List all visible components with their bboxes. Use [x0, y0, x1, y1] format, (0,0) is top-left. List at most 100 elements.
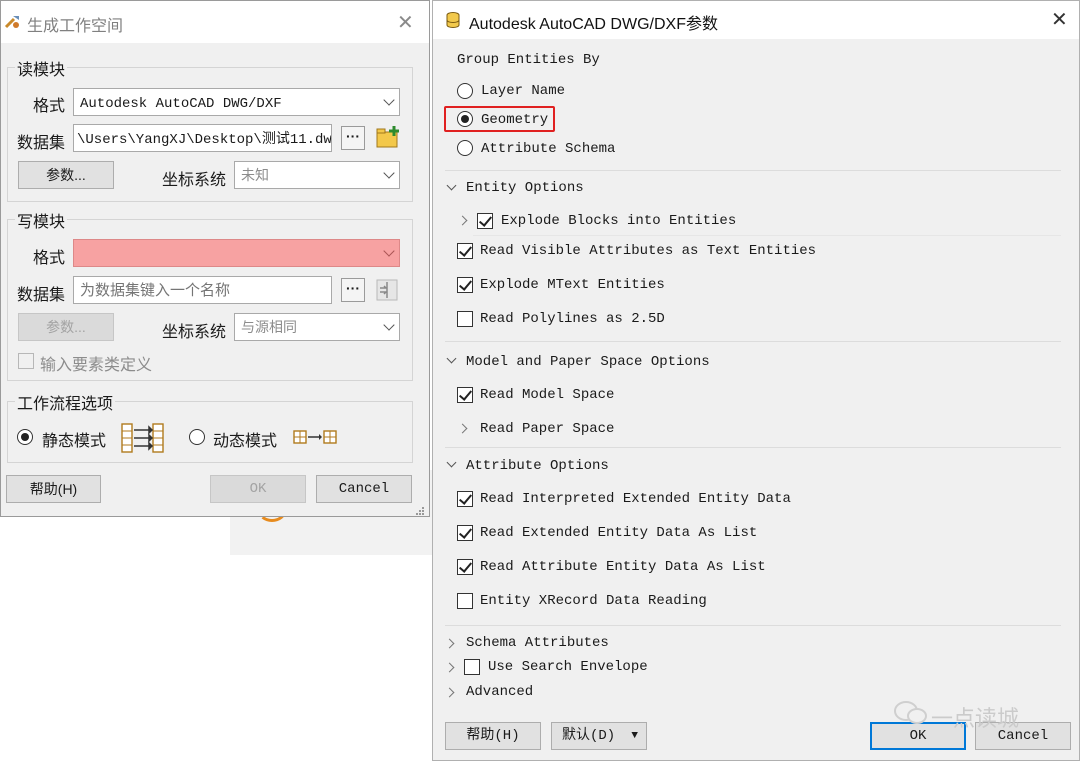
left-cancel-button[interactable]: Cancel [316, 475, 412, 503]
chevron-right-icon[interactable] [457, 423, 468, 434]
read-interpreted-eed-checkbox[interactable] [457, 491, 473, 507]
schema-attributes-label[interactable]: Schema Attributes [466, 635, 609, 651]
attribute-options-label: Attribute Options [466, 458, 609, 474]
reader-group-label: 读模块 [15, 56, 68, 80]
chevron-right-icon[interactable] [444, 662, 455, 673]
static-mode-label: 静态模式 [42, 433, 107, 450]
dynamic-mode-radio[interactable] [189, 429, 205, 445]
tools-icon [4, 16, 19, 29]
writer-dataset-input[interactable] [73, 276, 332, 304]
reader-format-value: Autodesk AutoCAD DWG/DXF [80, 96, 282, 112]
folder-add-icon[interactable] [375, 125, 401, 151]
writer-format-label: 格式 [33, 250, 66, 267]
model-paper-label: Model and Paper Space Options [466, 354, 710, 370]
left-ok-label: OK [249, 481, 267, 497]
writer-dataset-label: 数据集 [17, 287, 66, 304]
dynamic-mode-label: 动态模式 [213, 433, 278, 450]
left-help-button[interactable]: 帮助(H) [6, 475, 101, 503]
chevron-down-icon [383, 94, 395, 106]
writer-coord-label: 坐标系统 [162, 324, 227, 341]
left-ok-button[interactable]: OK [210, 475, 306, 503]
dialog-title: 生成工作空间 [27, 18, 124, 35]
writer-browse-button[interactable]: ··· [341, 278, 365, 302]
feature-type-checkbox[interactable] [18, 353, 34, 369]
database-icon [446, 12, 460, 29]
read-model-space-label: Read Model Space [480, 387, 615, 403]
divider [445, 625, 1061, 626]
search-envelope-checkbox[interactable] [464, 659, 480, 675]
resize-grip-icon[interactable] [413, 504, 425, 516]
divider [445, 341, 1061, 342]
dynamic-mode-icon [293, 430, 337, 444]
close-icon[interactable]: ✕ [1051, 7, 1068, 32]
static-mode-radio[interactable] [17, 429, 33, 445]
read-interpreted-eed-label: Read Interpreted Extended Entity Data [480, 491, 791, 507]
writer-group-label: 写模块 [15, 208, 68, 232]
attribute-schema-radio[interactable] [457, 140, 473, 156]
reader-coord-value: 未知 [241, 167, 269, 183]
reader-dataset-input[interactable]: \Users\YangXJ\Desktop\测试11.dwg [73, 124, 332, 152]
read-attribute-entity-checkbox[interactable] [457, 559, 473, 575]
read-polylines-label: Read Polylines as 2.5D [480, 311, 665, 327]
search-envelope-label: Use Search Envelope [488, 659, 648, 675]
read-eed-list-label: Read Extended Entity Data As List [480, 525, 758, 541]
chevron-down-icon[interactable] [446, 353, 457, 364]
chevron-down-icon [383, 167, 395, 179]
right-help-button[interactable]: 帮助(H) [445, 722, 541, 750]
dropdown-arrow-icon: ▼ [631, 730, 638, 742]
group-entities-label: Group Entities By [457, 52, 600, 68]
explode-mtext-checkbox[interactable] [457, 277, 473, 293]
watermark-text: 一点读城 [931, 707, 1020, 732]
read-paper-space-label[interactable]: Read Paper Space [480, 421, 614, 437]
explode-blocks-checkbox[interactable] [477, 213, 493, 229]
chevron-down-icon[interactable] [446, 457, 457, 468]
reader-coord-label: 坐标系统 [162, 172, 227, 189]
entity-options-label: Entity Options [466, 180, 584, 196]
writer-coord-select[interactable]: 与源相同 [234, 313, 400, 341]
dwg-dxf-parameters-dialog: Autodesk AutoCAD DWG/DXF参数 ✕ Group Entit… [432, 0, 1080, 761]
reader-dataset-value: \Users\YangXJ\Desktop\测试11.dwg [77, 132, 332, 148]
read-model-space-checkbox[interactable] [457, 387, 473, 403]
reader-params-button[interactable]: 参数... [18, 161, 114, 189]
right-ok-label: OK [909, 728, 927, 744]
reader-format-label: 格式 [33, 98, 66, 115]
browse-button[interactable]: ··· [341, 126, 365, 150]
divider [445, 170, 1061, 171]
layer-name-radio[interactable] [457, 83, 473, 99]
defaults-button[interactable]: 默认(D) ▼ [551, 722, 647, 750]
explode-mtext-label: Explode MText Entities [480, 277, 665, 293]
advanced-label[interactable]: Advanced [466, 684, 533, 700]
defaults-label: 默认(D) [562, 728, 616, 744]
chevron-down-icon[interactable] [446, 180, 457, 191]
generate-workspace-dialog: 生成工作空间 ✕ 读模块 格式 Autodesk AutoCAD DWG/DXF… [0, 0, 430, 517]
left-cancel-label: Cancel [338, 481, 390, 497]
read-eed-list-checkbox[interactable] [457, 525, 473, 541]
read-polylines-checkbox[interactable] [457, 311, 473, 327]
split-icon[interactable] [375, 278, 399, 302]
dialog-title: Autodesk AutoCAD DWG/DXF参数 [469, 16, 718, 33]
reader-coord-select[interactable]: 未知 [234, 161, 400, 189]
workflow-group-label: 工作流程选项 [15, 390, 116, 414]
layer-name-label: Layer Name [481, 83, 566, 99]
wechat-icon [894, 701, 927, 724]
writer-params-button[interactable]: 参数... [18, 313, 114, 341]
chevron-right-icon[interactable] [444, 638, 455, 649]
read-visible-attributes-checkbox[interactable] [457, 243, 473, 259]
writer-params-label: 参数... [46, 319, 86, 335]
title-bar: 生成工作空间 ✕ [1, 1, 429, 43]
chevron-right-icon[interactable] [444, 687, 455, 698]
close-icon[interactable]: ✕ [397, 10, 414, 35]
static-mode-icon [121, 423, 164, 453]
read-attribute-entity-label: Read Attribute Entity Data As List [480, 559, 766, 575]
geometry-radio[interactable] [457, 111, 473, 127]
writer-format-select[interactable] [73, 239, 400, 267]
chevron-right-icon[interactable] [457, 215, 468, 226]
reader-format-select[interactable]: Autodesk AutoCAD DWG/DXF [73, 88, 400, 116]
feature-type-label: 输入要素类定义 [40, 357, 153, 374]
left-help-label: 帮助(H) [29, 481, 78, 497]
read-visible-attributes-label: Read Visible Attributes as Text Entities [480, 243, 817, 259]
xrecord-checkbox[interactable] [457, 593, 473, 609]
geometry-label: Geometry [481, 112, 549, 128]
writer-coord-value: 与源相同 [241, 319, 297, 335]
reader-dataset-label: 数据集 [17, 135, 66, 152]
